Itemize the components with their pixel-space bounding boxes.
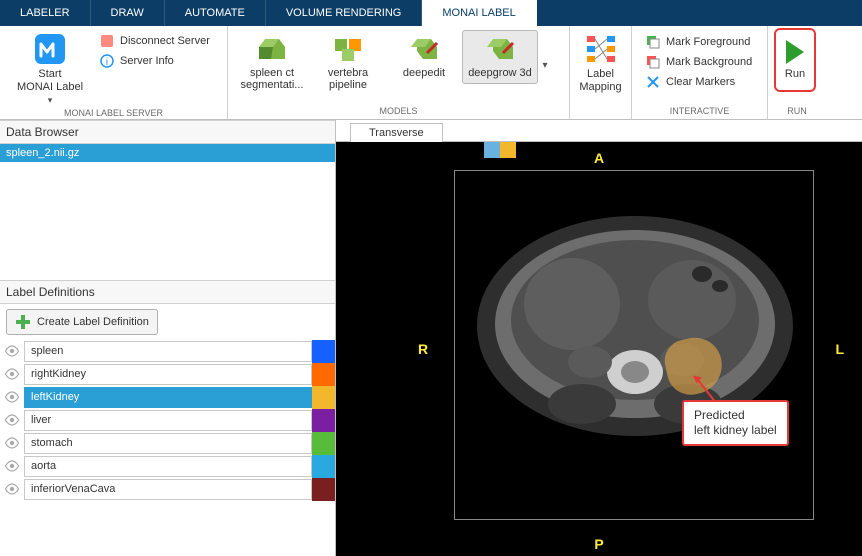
tab-labeler[interactable]: LABELER bbox=[0, 0, 91, 26]
info-icon: i bbox=[100, 54, 114, 68]
label-row[interactable] bbox=[0, 432, 335, 455]
label-color-swatch[interactable] bbox=[312, 340, 335, 363]
start-monai-label-button[interactable]: Start MONAI Label ▾ bbox=[6, 30, 94, 106]
background-icon bbox=[646, 55, 660, 69]
label-color-swatch[interactable] bbox=[312, 409, 335, 432]
server-info-button[interactable]: i Server Info bbox=[94, 52, 216, 70]
viewer-tab-transverse[interactable]: Transverse bbox=[350, 123, 443, 143]
tab-automate[interactable]: AUTOMATE bbox=[165, 0, 266, 26]
model-deepedit[interactable]: deepedit bbox=[386, 30, 462, 84]
monai-logo-icon bbox=[33, 32, 67, 66]
models-group-label: MODELS bbox=[228, 104, 569, 119]
models-dropdown[interactable]: ▾ bbox=[538, 30, 552, 71]
label-name-input[interactable] bbox=[24, 341, 312, 362]
visibility-eye-icon[interactable] bbox=[0, 478, 24, 501]
label-name-input[interactable] bbox=[24, 410, 312, 431]
label-color-swatch[interactable] bbox=[312, 455, 335, 478]
label-row[interactable] bbox=[0, 340, 335, 363]
file-item[interactable]: spleen_2.nii.gz bbox=[0, 144, 335, 162]
main-area: Data Browser spleen_2.nii.gz Label Defin… bbox=[0, 120, 862, 556]
svg-text:i: i bbox=[106, 57, 108, 68]
mapping-icon bbox=[584, 32, 618, 66]
label-row[interactable] bbox=[0, 386, 335, 409]
label-color-swatch[interactable] bbox=[312, 386, 335, 409]
run-button[interactable]: Run bbox=[774, 28, 816, 92]
disconnect-server-button[interactable]: Disconnect Server bbox=[94, 32, 216, 50]
run-group-label: RUN bbox=[768, 104, 826, 119]
label-row[interactable] bbox=[0, 455, 335, 478]
disconnect-icon bbox=[100, 34, 114, 48]
label-color-swatch[interactable] bbox=[312, 478, 335, 501]
viewer-mini-icons bbox=[484, 142, 516, 158]
viewer-panel: Transverse A P R L bbox=[336, 120, 862, 556]
model-deepgrow-3d[interactable]: deepgrow 3d bbox=[462, 30, 538, 84]
create-label-definition-button[interactable]: Create Label Definition bbox=[6, 309, 158, 335]
cube-edit-icon bbox=[407, 35, 441, 65]
label-name-input[interactable] bbox=[24, 456, 312, 477]
mark-background-button[interactable]: Mark Background bbox=[638, 52, 760, 72]
visibility-eye-icon[interactable] bbox=[0, 455, 24, 478]
cube-icon bbox=[255, 35, 289, 65]
slice-viewer[interactable]: A P R L bbox=[336, 142, 862, 556]
label-color-swatch[interactable] bbox=[312, 363, 335, 386]
left-panel: Data Browser spleen_2.nii.gz Label Defin… bbox=[0, 120, 336, 556]
interactive-group-label: INTERACTIVE bbox=[632, 104, 767, 119]
visibility-eye-icon[interactable] bbox=[0, 409, 24, 432]
mark-foreground-button[interactable]: Mark Foreground bbox=[638, 32, 760, 52]
label-row[interactable] bbox=[0, 363, 335, 386]
clear-icon bbox=[646, 75, 660, 89]
clear-markers-button[interactable]: Clear Markers bbox=[638, 72, 760, 92]
model-spleen-ct-segmentation[interactable]: spleen ct segmentati... bbox=[234, 30, 310, 96]
data-browser-header: Data Browser bbox=[0, 120, 335, 144]
label-row[interactable] bbox=[0, 478, 335, 501]
orientation-right: R bbox=[418, 341, 428, 357]
label-definitions-header: Label Definitions bbox=[0, 280, 335, 304]
play-icon bbox=[786, 40, 804, 64]
dropdown-caret-icon: ▾ bbox=[48, 95, 53, 106]
visibility-eye-icon[interactable] bbox=[0, 363, 24, 386]
tab-monai-label[interactable]: MONAI LABEL bbox=[422, 0, 536, 26]
label-row[interactable] bbox=[0, 409, 335, 432]
ribbon: Start MONAI Label ▾ Disconnect Server i … bbox=[0, 26, 862, 120]
label-mapping-button[interactable]: Label Mapping bbox=[576, 30, 625, 94]
label-name-input[interactable] bbox=[24, 364, 312, 385]
visibility-eye-icon[interactable] bbox=[0, 432, 24, 455]
cube-grow-icon bbox=[483, 35, 517, 65]
server-group-label: MONAI LABEL SERVER bbox=[0, 106, 227, 121]
labels-list bbox=[0, 340, 335, 501]
plus-icon bbox=[15, 314, 31, 330]
orientation-posterior: P bbox=[594, 536, 603, 552]
orientation-left: L bbox=[835, 341, 844, 357]
cubes-icon bbox=[331, 35, 365, 65]
visibility-eye-icon[interactable] bbox=[0, 340, 24, 363]
label-name-input[interactable] bbox=[24, 387, 312, 408]
annotation-callout: Predicted left kidney label bbox=[682, 400, 789, 446]
orientation-anterior: A bbox=[594, 150, 604, 166]
label-color-swatch[interactable] bbox=[312, 432, 335, 455]
label-name-input[interactable] bbox=[24, 479, 312, 500]
label-name-input[interactable] bbox=[24, 433, 312, 454]
visibility-eye-icon[interactable] bbox=[0, 386, 24, 409]
model-vertebra-pipeline[interactable]: vertebra pipeline bbox=[310, 30, 386, 96]
foreground-icon bbox=[646, 35, 660, 49]
tab-volume-rendering[interactable]: VOLUME RENDERING bbox=[266, 0, 423, 26]
tab-draw[interactable]: DRAW bbox=[91, 0, 165, 26]
menu-bar: LABELER DRAW AUTOMATE VOLUME RENDERING M… bbox=[0, 0, 862, 26]
